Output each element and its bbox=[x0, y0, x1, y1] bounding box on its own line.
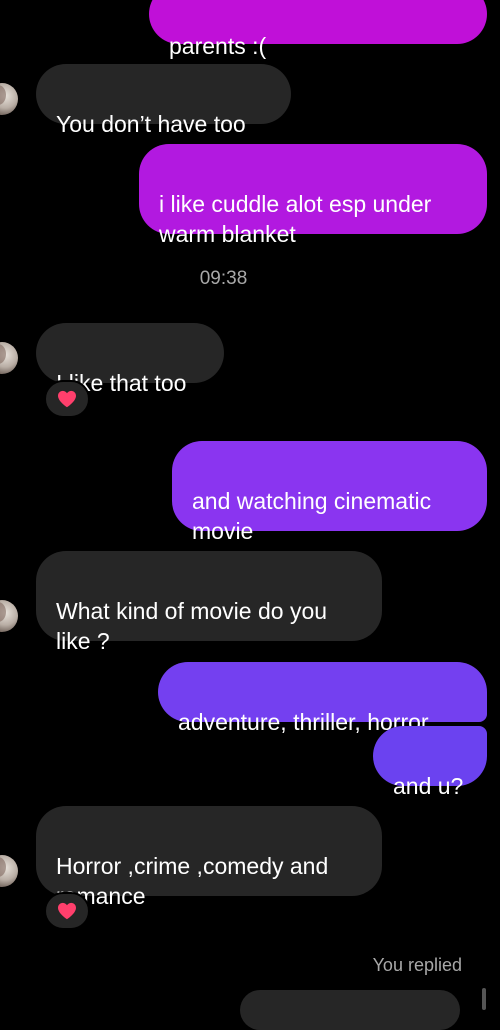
contact-avatar[interactable] bbox=[0, 83, 18, 115]
message-text: and watching cinematic movie bbox=[192, 488, 432, 544]
message-text: You don’t have too bbox=[56, 111, 246, 137]
message-text: parents :( bbox=[169, 33, 267, 59]
outgoing-message[interactable]: parents :( bbox=[149, 0, 487, 59]
heart-icon bbox=[58, 902, 76, 920]
timestamp: 09:38 bbox=[199, 268, 248, 289]
message-reaction[interactable] bbox=[44, 380, 90, 418]
reply-preview-bubble[interactable] bbox=[240, 990, 460, 1030]
outgoing-message[interactable]: adventure, thriller, horror bbox=[158, 662, 487, 735]
message-text: i like cuddle alot esp under warm blanke… bbox=[159, 191, 432, 247]
message-text: and u? bbox=[393, 773, 464, 799]
incoming-message[interactable]: I like that too bbox=[36, 323, 224, 396]
message-text: What kind of movie do you like ? bbox=[56, 598, 328, 654]
contact-avatar[interactable] bbox=[0, 342, 18, 374]
incoming-message[interactable]: You don’t have too bbox=[36, 64, 291, 137]
message-reaction[interactable] bbox=[44, 892, 90, 930]
heart-icon bbox=[58, 390, 76, 408]
incoming-message[interactable]: Horror ,crime ,comedy and romance bbox=[36, 806, 382, 909]
scroll-handle[interactable] bbox=[482, 988, 486, 1010]
outgoing-message[interactable]: i like cuddle alot esp under warm blanke… bbox=[139, 144, 487, 247]
outgoing-message[interactable]: and u? bbox=[373, 726, 487, 799]
reply-status: You replied bbox=[372, 955, 462, 975]
incoming-message[interactable]: What kind of movie do you like ? bbox=[36, 551, 382, 654]
message-text: Horror ,crime ,comedy and romance bbox=[56, 853, 329, 909]
outgoing-message[interactable]: and watching cinematic movie bbox=[172, 441, 487, 544]
contact-avatar[interactable] bbox=[0, 855, 18, 887]
contact-avatar[interactable] bbox=[0, 600, 18, 632]
